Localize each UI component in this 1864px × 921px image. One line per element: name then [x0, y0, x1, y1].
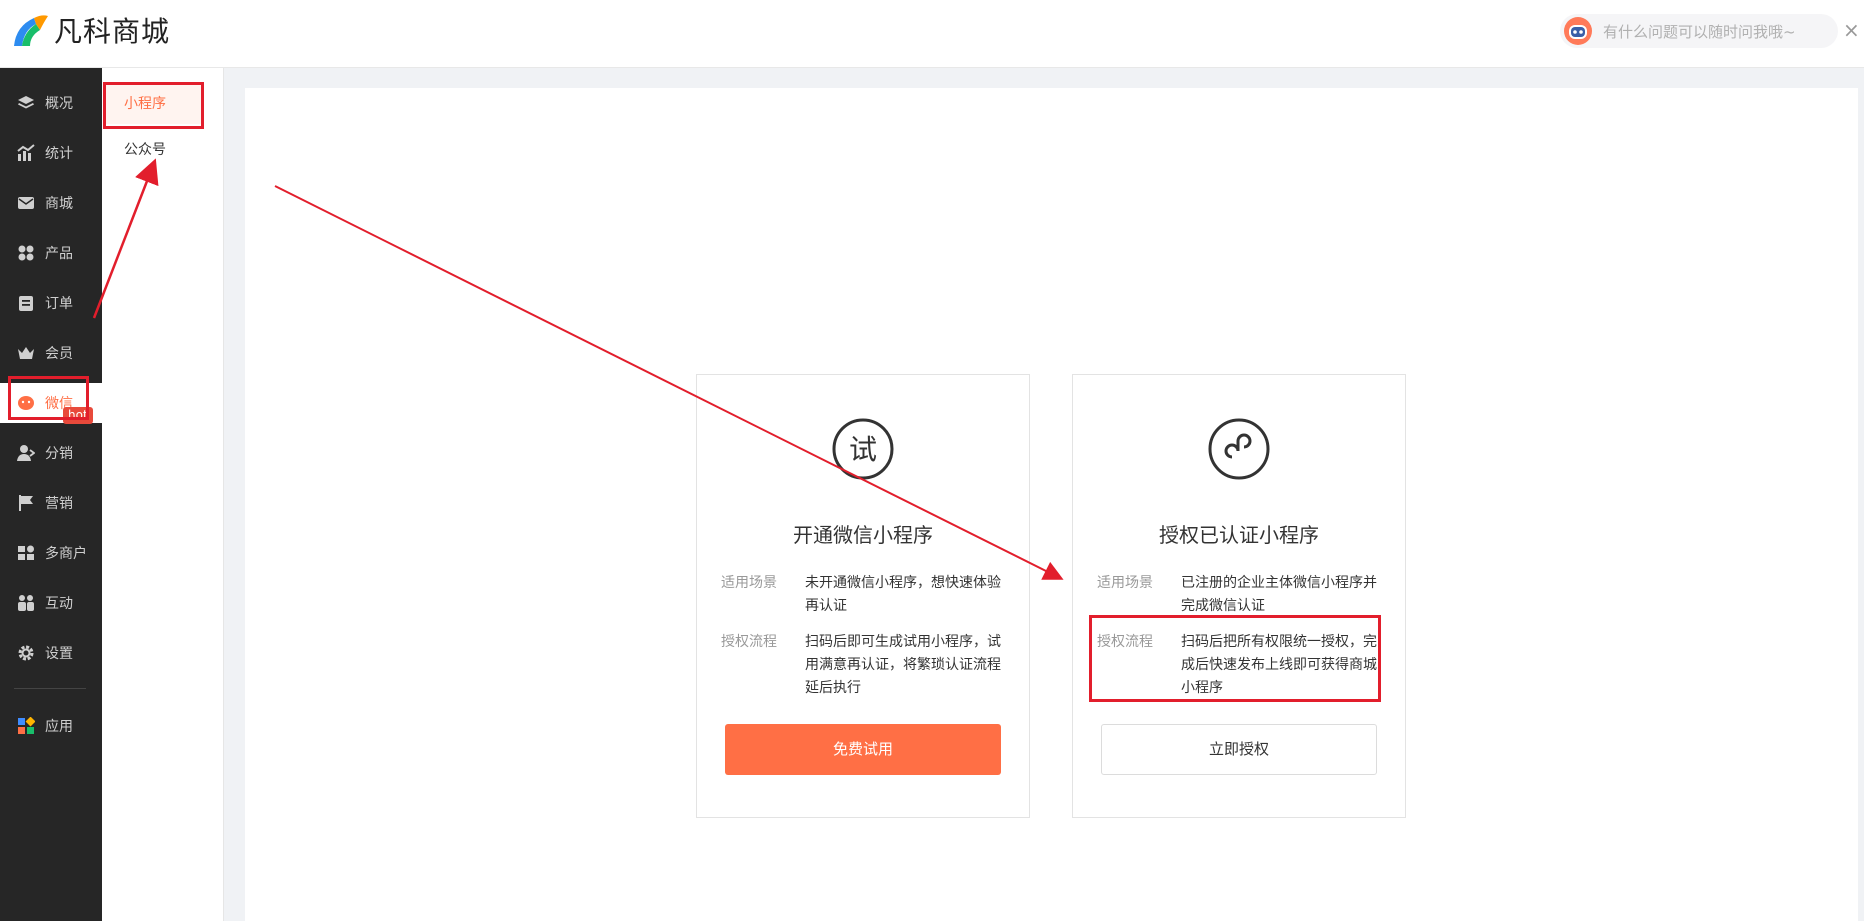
- card-title: 授权已认证小程序: [1159, 523, 1319, 547]
- logo-text: 凡科商城: [54, 15, 171, 48]
- submenu-item-mini-program[interactable]: 小程序: [104, 84, 204, 124]
- card-title: 开通微信小程序: [793, 523, 933, 547]
- flow-label: 授权流程: [1097, 634, 1153, 650]
- nav-item-stats[interactable]: 统计: [0, 133, 102, 173]
- nav-label: 多商户: [45, 546, 87, 562]
- logo-icon: [14, 15, 48, 46]
- brand-logo[interactable]: 凡科商城: [10, 10, 170, 50]
- scene-row: 适用场景 未开通微信小程序，想快速体验再认证: [721, 572, 1011, 618]
- robot-icon: [1564, 17, 1592, 45]
- nav-label: 统计: [45, 146, 73, 162]
- gear-icon: [18, 645, 34, 661]
- flag-icon: [19, 495, 33, 511]
- nav-item-multi-merchant[interactable]: 多商户: [0, 533, 102, 573]
- submenu-item-official-account[interactable]: 公众号: [104, 130, 204, 170]
- nav-item-interaction[interactable]: 互动: [0, 583, 102, 623]
- hot-badge: hot: [63, 407, 93, 424]
- assistant-search-box[interactable]: 有什么问题可以随时问我哦~: [1560, 14, 1838, 48]
- flow-row: 授权流程 扫码后即可生成试用小程序，试用满意再认证，将繁琐认证流程延后执行: [721, 631, 1011, 700]
- svg-text:试: 试: [849, 433, 877, 466]
- nav-item-marketing[interactable]: 营销: [0, 483, 102, 523]
- crown-icon: [18, 347, 34, 359]
- sub-sidebar: [102, 68, 224, 921]
- mini-program-icon: [1208, 418, 1270, 480]
- nav-item-settings[interactable]: 设置: [0, 633, 102, 673]
- nav-label: 概况: [45, 96, 73, 112]
- scene-value: 已注册的企业主体微信小程序并完成微信认证: [1181, 575, 1377, 614]
- grid-icon: [18, 245, 34, 261]
- nav-divider: [14, 688, 86, 689]
- assistant-placeholder: 有什么问题可以随时问我哦~: [1603, 22, 1796, 41]
- nav-label: 互动: [45, 596, 73, 612]
- flow-label: 授权流程: [721, 634, 777, 650]
- clipboard-icon: [19, 296, 33, 311]
- nav-label: 商城: [45, 196, 73, 212]
- top-header: 凡科商城 有什么问题可以随时问我哦~ ×: [0, 0, 1864, 68]
- nav-item-orders[interactable]: 订单: [0, 283, 102, 323]
- nav-item-distribution[interactable]: 分销: [0, 433, 102, 473]
- flow-row: 授权流程 扫码后把所有权限统一授权，完成后快速发布上线即可获得商城小程序: [1097, 631, 1387, 700]
- nav-item-members[interactable]: 会员: [0, 333, 102, 373]
- flow-value: 扫码后把所有权限统一授权，完成后快速发布上线即可获得商城小程序: [1181, 634, 1377, 696]
- nav-item-overview[interactable]: 概况: [0, 83, 102, 123]
- nav-label: 营销: [45, 496, 73, 512]
- authorize-mini-program-card: 授权已认证小程序 适用场景 已注册的企业主体微信小程序并完成微信认证 授权流程 …: [1072, 374, 1406, 818]
- nav-item-apps[interactable]: 应用: [0, 706, 102, 746]
- nav-label: 会员: [45, 346, 73, 362]
- user-share-icon: [17, 445, 35, 461]
- trial-icon: 试: [832, 418, 894, 480]
- nav-label: 分销: [45, 446, 73, 462]
- scene-value: 未开通微信小程序，想快速体验再认证: [805, 575, 1001, 614]
- trial-mini-program-card: 试 开通微信小程序 适用场景 未开通微信小程序，想快速体验再认证 授权流程 扫码…: [696, 374, 1030, 818]
- mail-icon: [18, 197, 34, 209]
- scene-label: 适用场景: [1097, 575, 1153, 591]
- nav-label: 应用: [45, 719, 73, 735]
- free-trial-button[interactable]: 免费试用: [725, 724, 1001, 775]
- wechat-icon: [18, 396, 34, 410]
- main-content: 试 开通微信小程序 适用场景 未开通微信小程序，想快速体验再认证 授权流程 扫码…: [245, 88, 1858, 921]
- apps-icon: [18, 717, 35, 734]
- nav-label: 设置: [45, 646, 73, 662]
- nav-label: 产品: [45, 246, 73, 262]
- scene-label: 适用场景: [721, 575, 777, 591]
- layers-icon: [18, 96, 34, 109]
- nav-item-products[interactable]: 产品: [0, 233, 102, 273]
- authorize-now-button[interactable]: 立即授权: [1101, 724, 1377, 775]
- shop-icon: [18, 545, 34, 560]
- nav-label: 订单: [45, 296, 73, 312]
- close-icon[interactable]: ×: [1843, 20, 1860, 40]
- scene-row: 适用场景 已注册的企业主体微信小程序并完成微信认证: [1097, 572, 1387, 618]
- flow-value: 扫码后即可生成试用小程序，试用满意再认证，将繁琐认证流程延后执行: [805, 634, 1001, 696]
- nav-item-mall[interactable]: 商城: [0, 183, 102, 223]
- people-icon: [18, 595, 34, 611]
- chart-icon: [17, 144, 35, 161]
